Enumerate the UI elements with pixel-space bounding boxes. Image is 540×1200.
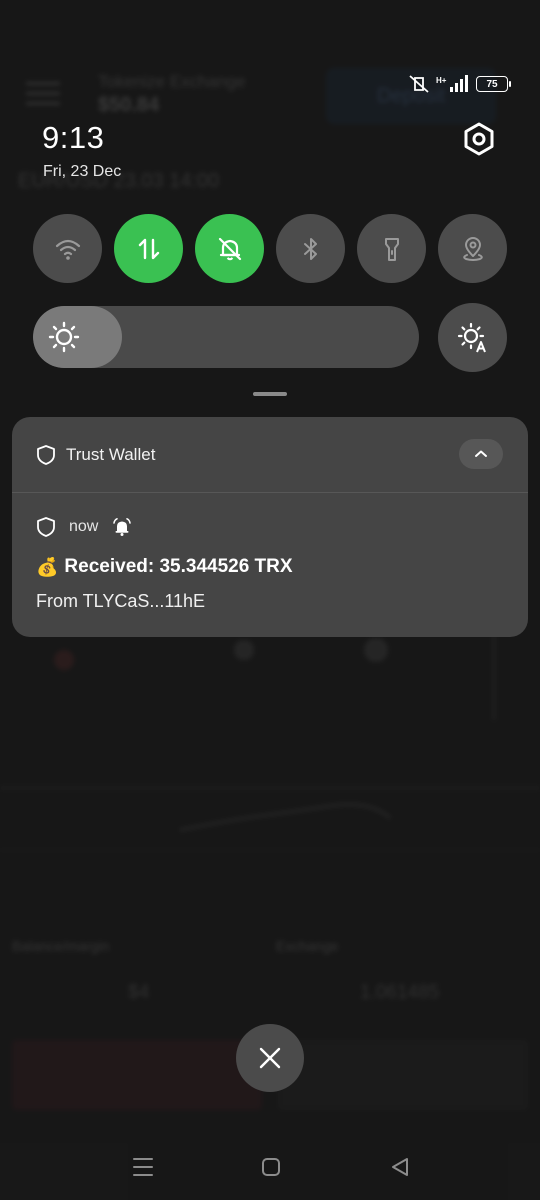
navigation-bar xyxy=(0,1140,540,1194)
flashlight-tile[interactable] xyxy=(357,214,426,283)
notification-title: 💰 Received: 35.344526 TRX xyxy=(36,556,293,578)
notification-card[interactable]: Trust Wallet now 💰 Received: 35.344526 T… xyxy=(12,417,528,637)
bell-off-icon xyxy=(218,237,241,260)
quick-settings-tiles xyxy=(33,214,507,283)
notification-body: From TLYCaS...11hE xyxy=(36,591,206,611)
mobile-data-tile[interactable] xyxy=(114,214,183,283)
alert-bell-icon xyxy=(113,518,131,536)
notification-app-name: Trust Wallet xyxy=(66,445,156,464)
auto-brightness-button[interactable] xyxy=(438,303,507,372)
shield-icon xyxy=(37,445,55,465)
signal-icon: H+ xyxy=(436,75,468,92)
clock: 9:13 xyxy=(42,120,105,155)
dismiss-all-button[interactable] xyxy=(236,1024,304,1092)
panel-drag-handle[interactable] xyxy=(253,392,287,396)
chevron-up-icon xyxy=(475,450,487,457)
flashlight-icon xyxy=(384,237,399,261)
location-icon xyxy=(462,236,483,261)
vibrate-off-icon xyxy=(409,75,429,93)
money-bag-icon: 💰 xyxy=(36,556,59,577)
status-bar-icons: H+ 75 xyxy=(408,74,511,94)
notification-title-text: Received: 35.344526 TRX xyxy=(64,556,293,577)
back-icon[interactable] xyxy=(388,1156,412,1178)
notification-time: now xyxy=(69,518,99,535)
auto-brightness-icon xyxy=(457,322,486,352)
close-icon xyxy=(259,1047,281,1069)
shield-icon xyxy=(37,517,55,537)
wifi-icon xyxy=(55,239,80,260)
brightness-icon xyxy=(48,321,80,353)
mobile-data-icon xyxy=(138,238,159,259)
bluetooth-tile[interactable] xyxy=(276,214,345,283)
network-type-label: H+ xyxy=(436,76,447,85)
brightness-slider[interactable] xyxy=(33,306,419,368)
location-tile[interactable] xyxy=(438,214,507,283)
do-not-disturb-tile[interactable] xyxy=(195,214,264,283)
battery-indicator: 75 xyxy=(476,76,511,92)
bluetooth-icon xyxy=(303,237,317,260)
wifi-tile[interactable] xyxy=(33,214,102,283)
recent-apps-icon[interactable] xyxy=(131,1156,155,1178)
collapse-button[interactable] xyxy=(459,439,503,469)
settings-gear-icon[interactable] xyxy=(460,120,498,158)
notification-header: Trust Wallet xyxy=(12,417,528,493)
home-icon[interactable] xyxy=(259,1156,283,1178)
date: Fri, 23 Dec xyxy=(43,163,122,180)
